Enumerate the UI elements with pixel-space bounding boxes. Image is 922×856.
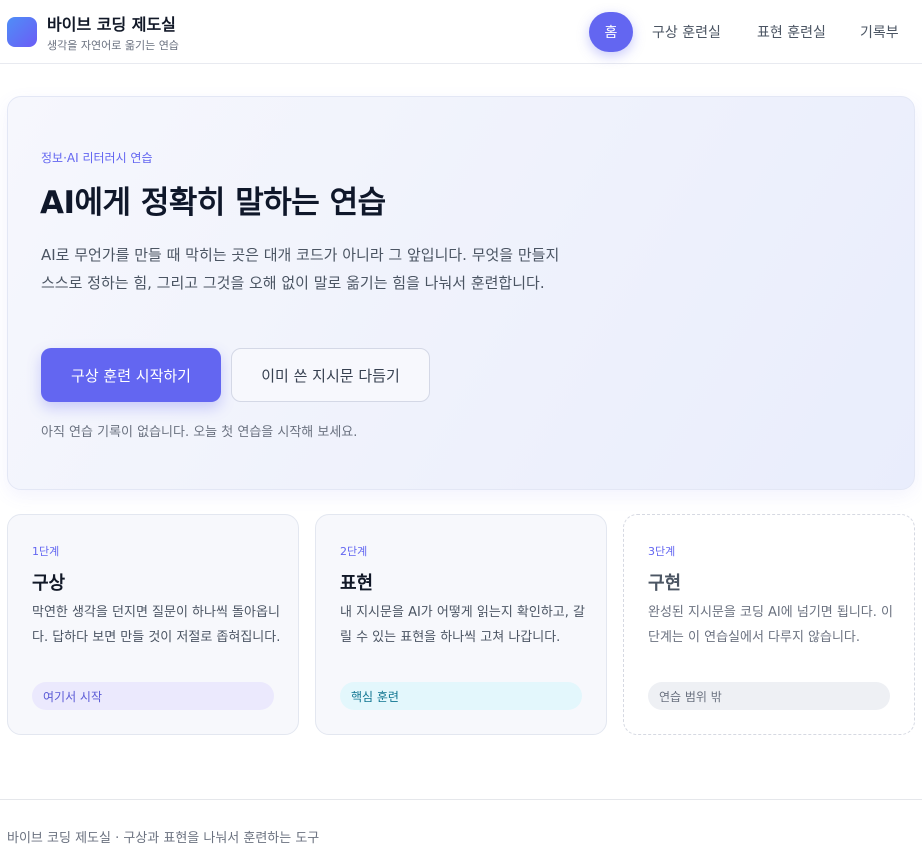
footer-text: 바이브 코딩 제도실 · 구상과 표현을 나눠서 훈련하는 도구 — [7, 831, 320, 846]
card-badge: 연습 범위 밖 — [648, 682, 890, 710]
card-step-label: 2단계 — [340, 545, 368, 558]
card-title: 구현 — [648, 573, 682, 594]
card-badge: 핵심 훈련 — [340, 682, 582, 710]
empty-record-note: 아직 연습 기록이 없습니다. 오늘 첫 연습을 시작해 보세요. — [41, 425, 358, 440]
card-description: 막연한 생각을 던지면 질문이 하나씩 돌아옵니다. 답하다 보면 만들 것이 … — [32, 605, 281, 645]
card-title: 표현 — [340, 573, 374, 594]
card-description: 내 지시문을 AI가 어떻게 읽는지 확인하고, 갈릴 수 있는 표현을 하나씩… — [340, 605, 585, 645]
app-logo-icon[interactable] — [7, 17, 37, 47]
hero-title: AI에게 정확히 말하는 연습 — [40, 185, 386, 221]
hero-panel: 정보·AI 리터러시 연습 AI에게 정확히 말하는 연습 AI로 무언가를 만… — [7, 96, 915, 490]
brand-subtitle: 생각을 자연어로 옮기는 연습 — [47, 39, 179, 52]
start-ideation-button[interactable]: 구상 훈련 시작하기 — [41, 348, 221, 402]
nav-expression-room[interactable]: 표현 훈련실 — [757, 12, 826, 52]
hero-description: AI로 무언가를 만들 때 막히는 곳은 대개 코드가 아니라 그 앞입니다. … — [41, 246, 560, 292]
nav-records[interactable]: 기록부 — [860, 12, 899, 52]
hero-eyebrow: 정보·AI 리터러시 연습 — [41, 151, 153, 165]
brand-title[interactable]: 바이브 코딩 제도실 — [47, 11, 176, 35]
step-card-implementation: 3단계 구현 완성된 지시문을 코딩 AI에 넘기면 됩니다. 이 단계는 이 … — [623, 514, 915, 735]
page-footer: 바이브 코딩 제도실 · 구상과 표현을 나눠서 훈련하는 도구 — [0, 799, 922, 856]
card-step-label: 1단계 — [32, 545, 60, 558]
card-title: 구상 — [32, 573, 66, 594]
refine-prompt-button[interactable]: 이미 쓴 지시문 다듬기 — [231, 348, 430, 402]
nav-home-button[interactable]: 홈 — [589, 12, 633, 52]
card-description: 완성된 지시문을 코딩 AI에 넘기면 됩니다. 이 단계는 이 연습실에서 다… — [648, 605, 893, 645]
nav-ideation-room[interactable]: 구상 훈련실 — [652, 12, 721, 52]
card-badge: 여기서 시작 — [32, 682, 274, 710]
card-step-label: 3단계 — [648, 545, 676, 558]
step-card-expression[interactable]: 2단계 표현 내 지시문을 AI가 어떻게 읽는지 확인하고, 갈릴 수 있는 … — [315, 514, 607, 735]
step-card-ideation[interactable]: 1단계 구상 막연한 생각을 던지면 질문이 하나씩 돌아옵니다. 답하다 보면… — [7, 514, 299, 735]
